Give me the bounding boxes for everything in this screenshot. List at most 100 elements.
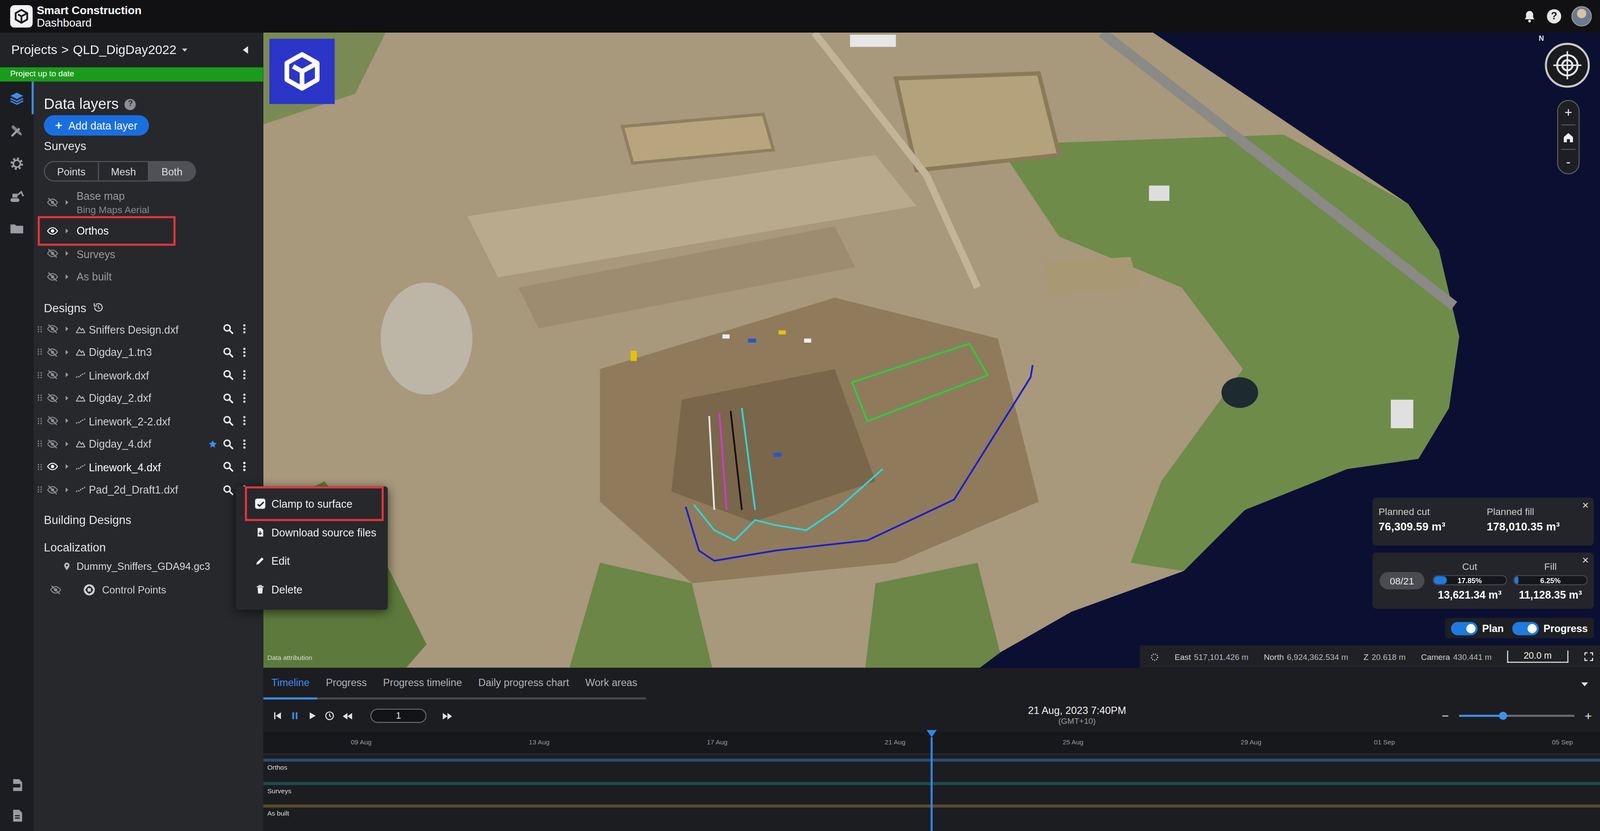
toggle[interactable]: Plan (1450, 621, 1504, 635)
drag-handle-icon[interactable] (35, 416, 44, 426)
eye-off-icon[interactable] (46, 247, 58, 260)
toggle-switch[interactable] (1512, 621, 1539, 635)
menu-item[interactable]: Edit (235, 546, 388, 576)
zoom-in-button[interactable]: + (1557, 100, 1579, 125)
drag-handle-icon[interactable] (35, 347, 44, 357)
tab[interactable]: Timeline (263, 668, 318, 701)
design-row[interactable]: Linework.dxf (33, 363, 264, 387)
caret-icon[interactable] (63, 486, 71, 494)
more-options-icon[interactable] (238, 369, 251, 381)
caret-icon[interactable] (63, 227, 71, 235)
mode-option[interactable]: Points (45, 162, 98, 181)
play-icon[interactable] (307, 710, 318, 722)
design-row[interactable]: Digday_4.dxf (33, 432, 264, 456)
control-points-row[interactable]: Control Points (33, 578, 264, 601)
zoom-out-button[interactable]: - (1557, 150, 1579, 174)
eye-off-icon[interactable] (46, 196, 58, 209)
rail-item[interactable] (0, 769, 34, 801)
rail-item[interactable] (0, 212, 34, 245)
caret-icon[interactable] (63, 250, 71, 258)
survey-layer-row[interactable]: As built (33, 265, 264, 289)
data-attribution[interactable]: Data attribution (267, 653, 313, 662)
compass[interactable]: N (1536, 34, 1594, 92)
tab[interactable]: Work areas (577, 668, 646, 701)
eye-off-icon[interactable] (46, 369, 58, 381)
zoom-to-icon[interactable] (222, 369, 234, 381)
eye-icon[interactable] (46, 461, 58, 473)
playhead[interactable] (926, 730, 937, 831)
rail-item[interactable] (0, 179, 34, 213)
eye-off-icon[interactable] (46, 415, 58, 427)
timeline-track[interactable]: Surveys (263, 777, 1600, 801)
help-badge[interactable]: ? (124, 98, 136, 110)
eye-icon[interactable] (46, 225, 58, 237)
rail-item[interactable] (0, 114, 34, 147)
skip-start-icon[interactable] (272, 710, 283, 722)
tab[interactable]: Progress (317, 668, 375, 701)
caret-down-icon[interactable] (180, 45, 189, 55)
drag-handle-icon[interactable] (35, 462, 44, 471)
toggle-switch[interactable] (1450, 621, 1478, 635)
timeline-track[interactable]: As built (263, 800, 1600, 825)
menu-item[interactable]: Download source files (235, 518, 388, 547)
timeline-track[interactable]: Orthos (263, 754, 1600, 779)
bell-icon[interactable] (1522, 9, 1537, 24)
help-button[interactable]: ? (1546, 9, 1561, 24)
zoom-to-icon[interactable] (222, 323, 234, 335)
survey-layer-row[interactable]: Base mapBing Maps Aerial (33, 185, 264, 220)
toggle[interactable]: Progress (1512, 621, 1588, 635)
date-pill[interactable]: 08/21 (1379, 572, 1425, 590)
zoom-to-icon[interactable] (222, 438, 234, 450)
zoom-to-icon[interactable] (222, 484, 234, 496)
mode-option[interactable]: Both (148, 162, 195, 181)
caret-icon[interactable] (63, 417, 71, 425)
drag-handle-icon[interactable] (35, 393, 44, 402)
zoom-to-icon[interactable] (222, 346, 234, 358)
zoom-slider-knob[interactable] (1498, 712, 1507, 721)
zoom-to-icon[interactable] (222, 392, 234, 404)
eye-off-icon[interactable] (46, 346, 58, 358)
speed-input[interactable]: 1 (370, 709, 427, 724)
drag-handle-icon[interactable] (35, 485, 44, 494)
menu-item[interactable]: Delete (235, 575, 388, 604)
home-button[interactable] (1557, 125, 1579, 149)
collapse-button[interactable] (1579, 668, 1600, 701)
pause-icon[interactable] (289, 710, 301, 722)
more-options-icon[interactable] (238, 346, 251, 358)
localization-file-row[interactable]: Dummy_Sniffers_GDA94.gc3 (33, 557, 264, 577)
zoom-slider[interactable] (1459, 715, 1575, 718)
menu-item[interactable]: Clamp to surface (235, 489, 388, 519)
eye-off-icon[interactable] (46, 323, 58, 335)
more-options-icon[interactable] (238, 438, 251, 450)
close-button[interactable]: × (1582, 555, 1589, 567)
caret-icon[interactable] (63, 199, 71, 207)
zoom-out-button[interactable]: − (1441, 709, 1450, 724)
rail-item[interactable] (0, 146, 34, 180)
design-row[interactable]: Pad_2d_Draft1.dxf (33, 478, 264, 502)
rail-item[interactable] (0, 800, 34, 831)
drag-handle-icon[interactable] (35, 325, 44, 334)
more-options-icon[interactable] (238, 461, 251, 473)
add-data-layer-button[interactable]: +Add data layer (43, 115, 149, 136)
tab[interactable]: Daily progress chart (470, 668, 578, 701)
user-avatar[interactable] (1571, 6, 1592, 27)
caret-icon[interactable] (63, 394, 71, 402)
survey-layer-row[interactable]: Orthos (33, 219, 264, 243)
eye-off-icon[interactable] (46, 484, 58, 496)
zoom-to-icon[interactable] (222, 461, 234, 473)
tab[interactable]: Progress timeline (374, 668, 471, 701)
eye-off-icon[interactable] (46, 271, 58, 283)
rewind-icon[interactable] (341, 710, 354, 722)
history-icon[interactable] (92, 301, 104, 314)
rail-item[interactable] (0, 81, 34, 115)
close-button[interactable]: × (1582, 499, 1589, 511)
caret-icon[interactable] (63, 325, 71, 333)
map-view[interactable]: N+-Planned cut76,309.59 m³Planned fill17… (263, 32, 1600, 668)
collapse-panel-icon[interactable] (240, 45, 251, 56)
caret-icon[interactable] (63, 371, 71, 379)
caret-icon[interactable] (63, 440, 71, 448)
fullscreen-icon[interactable] (1583, 651, 1594, 662)
breadcrumb-root[interactable]: Projects (11, 42, 58, 58)
drag-handle-icon[interactable] (35, 371, 44, 380)
survey-layer-row[interactable]: Surveys (33, 242, 264, 266)
